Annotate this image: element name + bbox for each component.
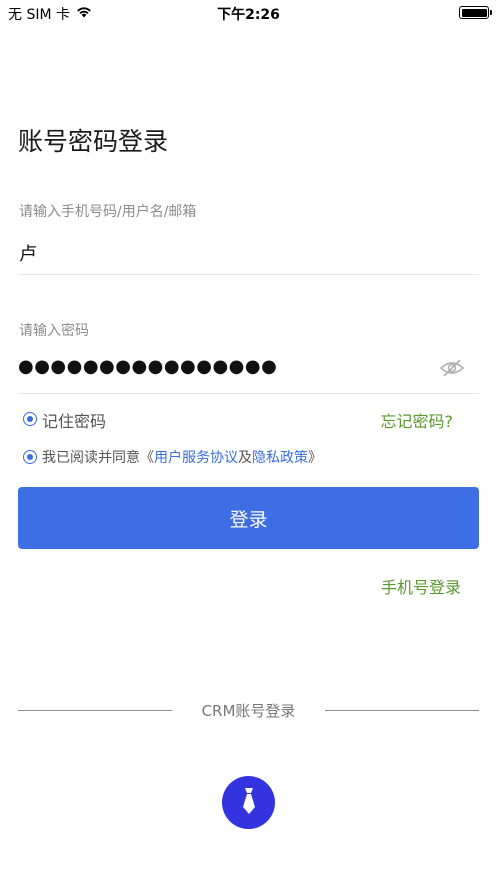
account-input[interactable]: 卢 xyxy=(19,240,37,266)
remember-password-radio[interactable] xyxy=(23,412,37,426)
account-redaction xyxy=(38,236,126,264)
privacy-link[interactable]: 隐私政策 xyxy=(252,450,308,466)
status-bar: 无 SIM 卡 下午2:26 xyxy=(0,0,497,26)
account-divider xyxy=(18,274,479,275)
tie-icon xyxy=(240,787,258,819)
crm-divider-left xyxy=(18,710,172,711)
crm-login-label: CRM账号登录 xyxy=(201,702,296,720)
forgot-password-link[interactable]: 忘记密码? xyxy=(381,408,454,432)
password-input[interactable]: ●●●●●●●●●●●●●●●● xyxy=(18,356,277,377)
battery-icon xyxy=(459,6,492,19)
agreement-radio[interactable] xyxy=(23,450,37,464)
agreement-text: 我已阅读并同意《用户服务协议及隐私政策》 xyxy=(42,447,322,467)
status-time: 下午2:26 xyxy=(217,7,280,23)
agreement-and: 及 xyxy=(238,450,252,466)
eye-off-icon[interactable] xyxy=(439,356,465,380)
agreement-suffix: 》 xyxy=(308,450,322,466)
terms-link[interactable]: 用户服务协议 xyxy=(154,450,238,466)
account-field-label: 请输入手机号码/用户名/邮箱 xyxy=(19,204,197,220)
password-divider xyxy=(18,393,479,394)
agreement-prefix: 我已阅读并同意《 xyxy=(42,450,154,466)
crm-login-button[interactable] xyxy=(222,776,275,829)
page-title: 账号密码登录 xyxy=(18,127,169,156)
remember-password-label[interactable]: 记住密码 xyxy=(42,408,106,432)
phone-login-link[interactable]: 手机号登录 xyxy=(381,574,461,598)
crm-divider-right xyxy=(325,710,479,711)
login-button[interactable]: 登录 xyxy=(18,487,479,549)
password-field-label: 请输入密码 xyxy=(19,323,89,339)
